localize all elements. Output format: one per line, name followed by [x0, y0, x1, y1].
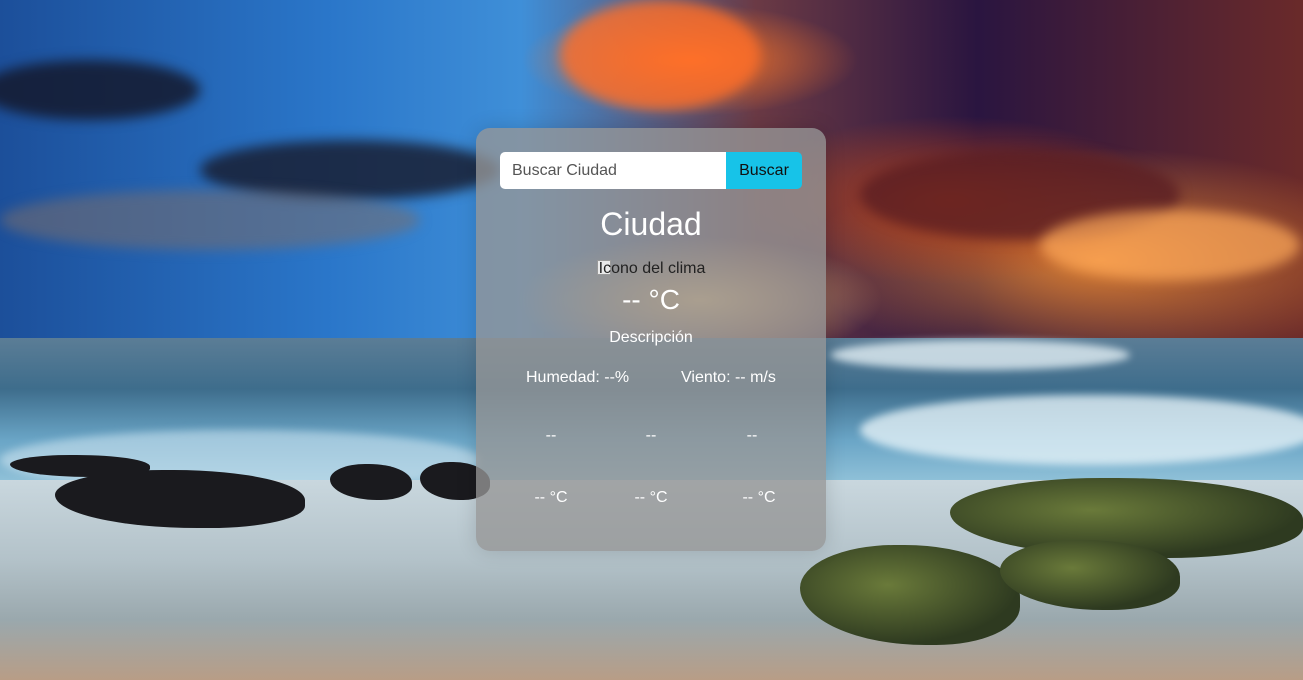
weather-icon-alt-text: Icono del clima	[598, 260, 706, 277]
forecast-temp: -- °C	[742, 489, 776, 506]
forecast-temp: -- °C	[634, 489, 668, 506]
search-bar: Buscar	[500, 152, 802, 189]
background-scene: Buscar Ciudad Icono del clima -- °C Desc…	[0, 0, 1303, 680]
weather-card: Buscar Ciudad Icono del clima -- °C Desc…	[476, 128, 826, 551]
forecast-day: --	[746, 427, 758, 444]
forecast-temp: -- °C	[534, 489, 568, 506]
background-wave	[860, 395, 1303, 465]
temperature: -- °C	[622, 284, 680, 315]
background-cloud	[1040, 210, 1300, 280]
background-cloud	[560, 0, 760, 110]
background-cloud	[0, 190, 420, 250]
humidity: Humedad: --%	[526, 369, 630, 386]
search-button[interactable]: Buscar	[726, 152, 802, 189]
city-name: Ciudad	[600, 206, 702, 242]
forecast-day: --	[645, 427, 657, 444]
search-input[interactable]	[500, 152, 726, 189]
background-wave	[830, 340, 1130, 370]
wind-speed: Viento: -- m/s	[681, 369, 776, 386]
forecast-day: --	[545, 427, 557, 444]
weather-icon: Icono del clima	[476, 260, 826, 278]
weather-description: Descripción	[609, 329, 693, 346]
